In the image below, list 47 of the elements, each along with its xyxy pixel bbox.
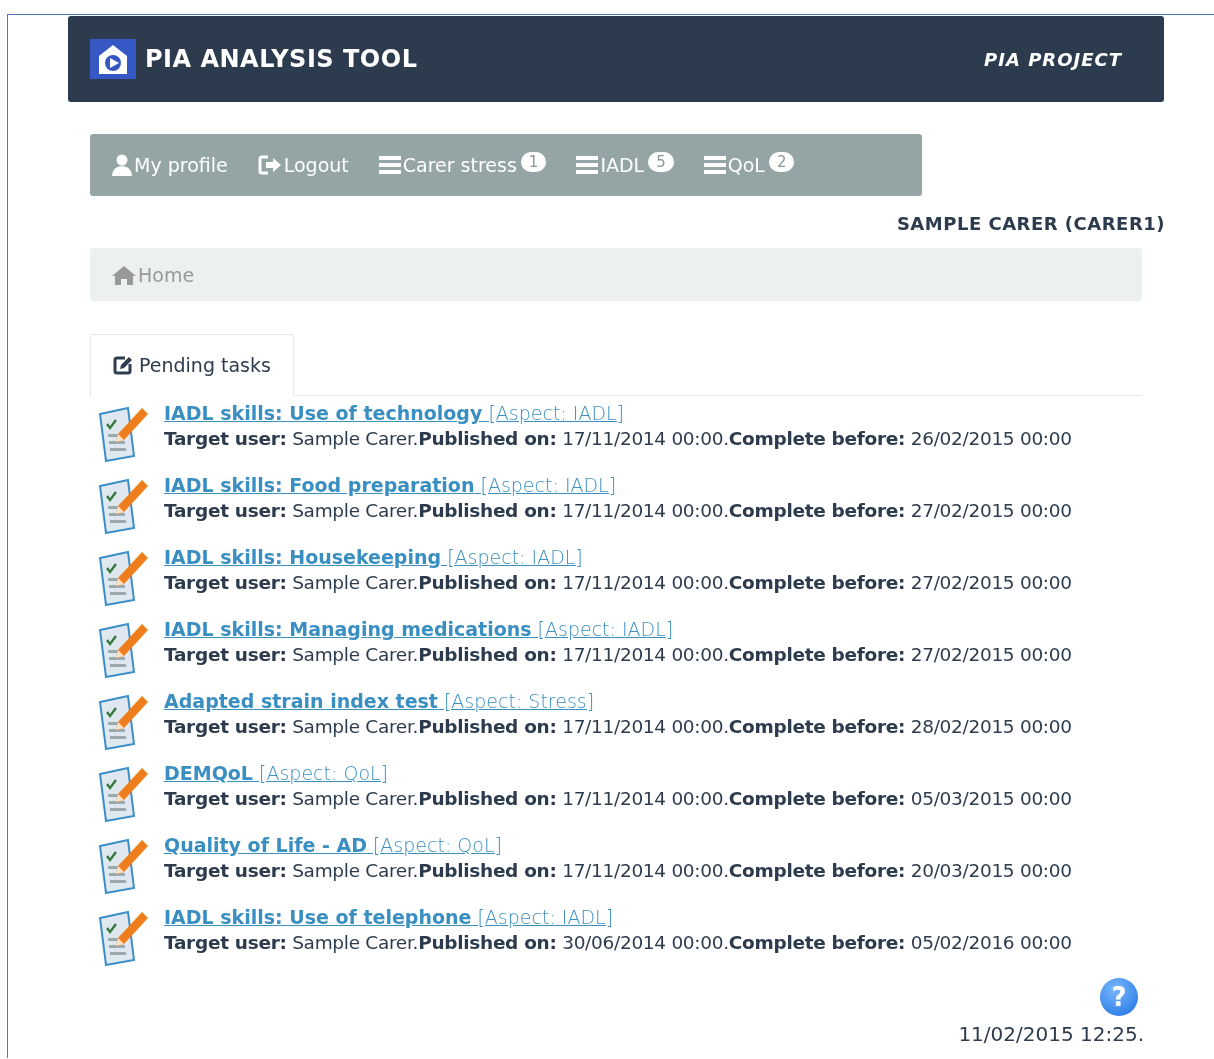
user-icon <box>112 154 132 176</box>
nav-link[interactable]: QoL 2 <box>703 154 795 176</box>
task-details: Target user: Sample Carer.Published on: 17/11/2014 00:00.Complete before: 05/03/2015 00:00 <box>164 788 1072 809</box>
task-details: Target user: Sample Carer.Published on: 17/11/2014 00:00.Complete before: 27/02/2015 00:00 <box>164 500 1072 521</box>
tab[interactable]: Pending tasks <box>90 334 294 396</box>
task-link[interactable]: Quality of Life - AD [Aspect: QoL] <box>164 834 502 856</box>
task-link[interactable]: IADL skills: Use of technology [Aspect: IADL] <box>164 402 624 424</box>
count-badge: 5 <box>648 152 674 172</box>
list-icon <box>378 156 401 174</box>
form-pencil-icon <box>98 908 148 966</box>
home-icon <box>112 264 136 285</box>
nav-link[interactable]: IADL 5 <box>576 154 674 176</box>
task-link[interactable]: IADL skills: Food preparation [Aspect: IADL] <box>164 474 617 496</box>
form-pencil-icon <box>98 764 148 822</box>
count-badge: 2 <box>768 152 795 172</box>
nav-link[interactable]: Logout <box>257 154 349 176</box>
task-details: Target user: Sample Carer.Published on: 30/06/2014 00:00.Complete before: 05/02/2016 00:00 <box>164 932 1072 953</box>
task-link[interactable]: IADL skills: Use of telephone [Aspect: IADL] <box>164 906 614 928</box>
task-link[interactable]: IADL skills: Managing medications [Aspect: IADL] <box>164 618 674 640</box>
house-play-logo-icon <box>90 39 136 79</box>
task-details: Target user: Sample Carer.Published on: 17/11/2014 00:00.Complete before: 27/02/2015 00:00 <box>164 644 1072 665</box>
app-title: PIA ANALYSIS TOOL <box>145 45 418 73</box>
user-name: SAMPLE CARER (CARER1) <box>895 213 1165 234</box>
list-icon <box>703 156 726 174</box>
task-details: Target user: Sample Carer.Published on: 17/11/2014 00:00.Complete before: 20/03/2015 00:00 <box>164 860 1072 881</box>
form-pencil-icon <box>98 404 148 462</box>
nav-link[interactable]: Carer stress 1 <box>378 154 547 176</box>
timestamp: 11/02/2015 12:25. <box>958 1022 1144 1046</box>
form-pencil-icon <box>98 836 148 894</box>
task-details: Target user: Sample Carer.Published on: 17/11/2014 00:00.Complete before: 27/02/2015 00:00 <box>164 572 1072 593</box>
home-link[interactable]: Home <box>112 263 195 286</box>
form-pencil-icon <box>98 620 148 678</box>
help-button[interactable]: ? <box>1100 978 1138 1016</box>
project-name: PIA PROJECT <box>984 48 1122 70</box>
count-badge: 1 <box>520 152 547 172</box>
task-link[interactable]: Adapted strain index test [Aspect: Stress] <box>164 690 595 712</box>
task-details: Target user: Sample Carer.Published on: 17/11/2014 00:00.Complete before: 28/02/2015 00:00 <box>164 716 1072 737</box>
form-pencil-icon <box>98 476 148 534</box>
logout-icon <box>257 155 282 175</box>
form-pencil-icon <box>98 692 148 750</box>
edit-icon <box>113 355 133 375</box>
task-link[interactable]: DEMQoL [Aspect: QoL] <box>164 762 388 784</box>
form-pencil-icon <box>98 548 148 606</box>
task-details: Target user: Sample Carer.Published on: 17/11/2014 00:00.Complete before: 26/02/2015 00:00 <box>164 428 1072 449</box>
nav-link[interactable]: My profile <box>112 154 228 176</box>
task-link[interactable]: IADL skills: Housekeeping [Aspect: IADL] <box>164 546 583 568</box>
list-icon <box>576 156 599 174</box>
